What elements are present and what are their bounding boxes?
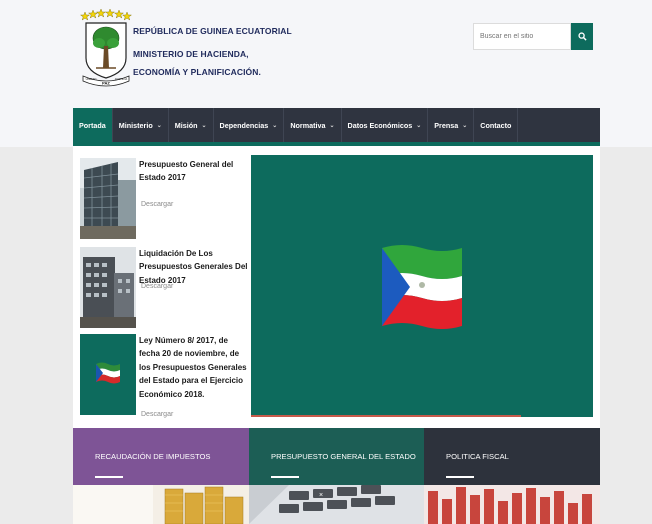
calculator-image: × (249, 485, 424, 524)
news-thumbnail[interactable] (80, 158, 136, 239)
news-thumbnail[interactable] (80, 334, 136, 415)
chevron-down-icon: ⌄ (416, 122, 422, 129)
seal-motto: PAZ (102, 81, 110, 86)
search-icon (577, 32, 587, 41)
chevron-down-icon: ⌄ (462, 122, 468, 129)
coat-of-arms-logo[interactable]: PAZ UNIDAD JUSTICIA (80, 6, 132, 92)
coins-image (73, 485, 249, 524)
equatorial-guinea-flag-icon (382, 245, 462, 329)
nav-item-mision[interactable]: Misión ⌄ (169, 108, 214, 142)
news-item: Ley Número 8/ 2017, de fecha 20 de novie… (80, 334, 248, 420)
seal-left-word: UNIDAD (86, 77, 97, 81)
download-link[interactable]: Descargar (141, 411, 173, 418)
news-thumbnail[interactable] (80, 247, 136, 328)
panel-recaudacion[interactable]: RECAUDACIÓN DE IMPUESTOS (73, 428, 249, 524)
chevron-down-icon: ⌄ (201, 122, 207, 129)
ministry-name-line1: MINISTERIO DE HACIENDA, (133, 49, 249, 59)
news-item: Liquidación De Los Presupuestos Generale… (80, 247, 248, 331)
panel-presupuesto[interactable]: PRESUPUESTO GENERAL DEL ESTADO × (249, 428, 424, 524)
bar-chart-image (424, 485, 600, 524)
download-link[interactable]: Descargar (141, 283, 173, 290)
news-title[interactable]: Presupuesto General del Estado 2017 (139, 158, 248, 185)
hero-slider[interactable] (251, 155, 593, 417)
news-item: Presupuesto General del Estado 2017 Desc… (80, 158, 248, 242)
slider-progress (251, 415, 521, 417)
flag-icon (96, 362, 120, 384)
republic-name: REPÚBLICA DE GUINEA ECUATORIAL (133, 26, 292, 36)
nav-item-datos-economicos[interactable]: Datos Económicos ⌄ (342, 108, 429, 142)
search-button[interactable] (571, 23, 593, 50)
nav-item-ministerio[interactable]: Ministerio ⌄ (113, 108, 169, 142)
news-title[interactable]: Ley Número 8/ 2017, de fecha 20 de novie… (139, 334, 248, 401)
seal-right-word: JUSTICIA (115, 77, 128, 81)
search-input[interactable] (473, 23, 571, 50)
main-nav: Portada Ministerio ⌄ Misión ⌄ Dependencias… (73, 108, 600, 142)
panel-label: PRESUPUESTO GENERAL DEL ESTADO (271, 452, 416, 461)
svg-text:×: × (319, 492, 323, 499)
chevron-down-icon: ⌄ (329, 122, 335, 129)
nav-item-dependencias[interactable]: Dependencias ⌄ (214, 108, 285, 142)
panel-label: RECAUDACIÓN DE IMPUESTOS (95, 452, 211, 461)
panel-politica-fiscal[interactable]: POLITICA FISCAL (424, 428, 600, 524)
panel-underline (446, 476, 474, 478)
nav-item-prensa[interactable]: Prensa ⌄ (428, 108, 475, 142)
panel-underline (271, 476, 299, 478)
panel-underline (95, 476, 123, 478)
panel-label: POLITICA FISCAL (446, 452, 509, 461)
nav-item-normativa[interactable]: Normativa ⌄ (284, 108, 342, 142)
chevron-down-icon: ⌄ (156, 122, 162, 129)
chevron-down-icon: ⌄ (272, 122, 278, 129)
news-title[interactable]: Liquidación De Los Presupuestos Generale… (139, 247, 248, 287)
ministry-name-line2: ECONOMÍA Y PLANIFICACIÓN. (133, 67, 261, 77)
nav-item-contacto[interactable]: Contacto (474, 108, 519, 142)
download-link[interactable]: Descargar (141, 201, 173, 208)
nav-item-portada[interactable]: Portada (73, 108, 113, 142)
